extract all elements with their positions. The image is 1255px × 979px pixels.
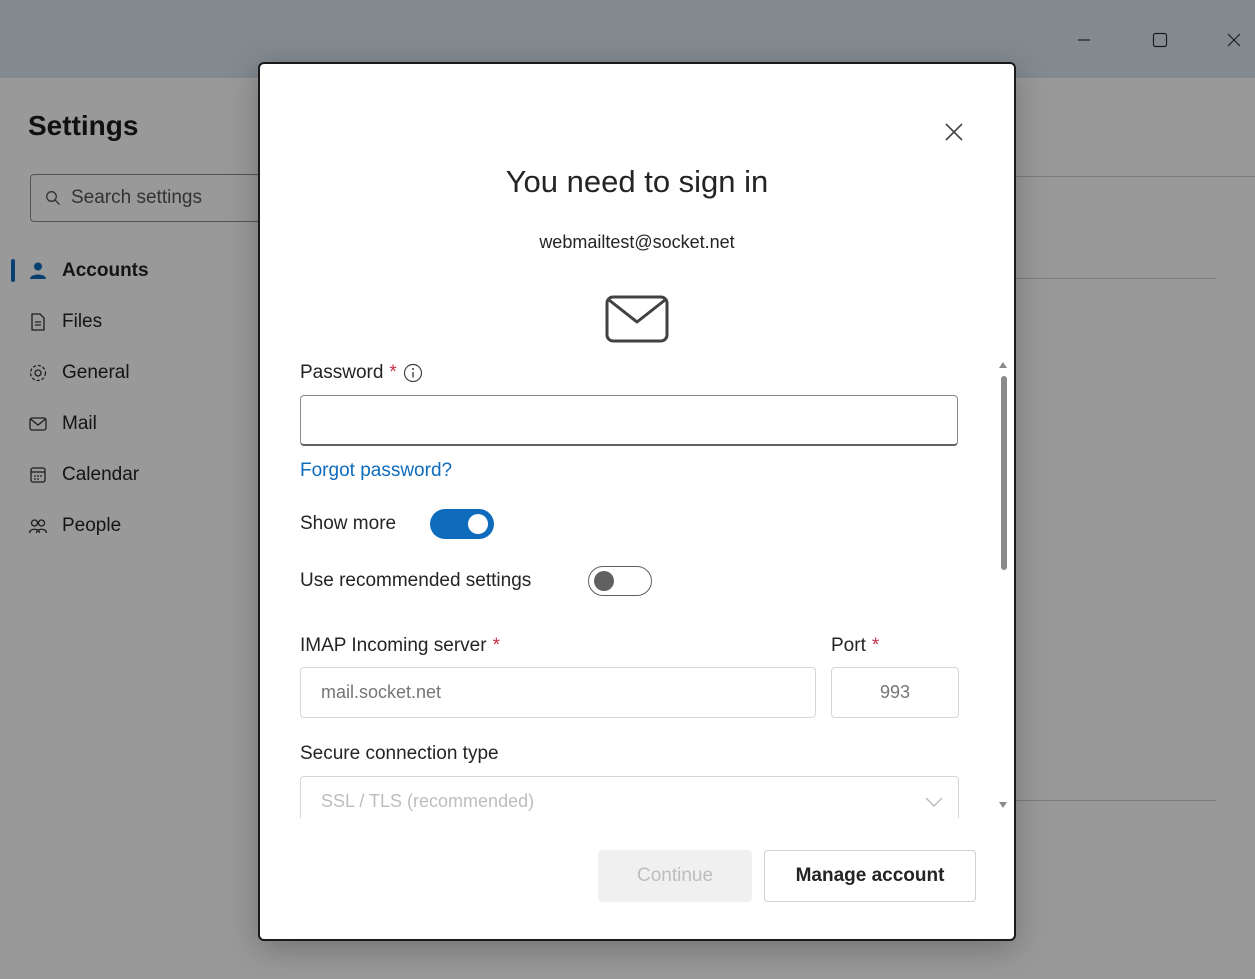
dialog-close-button[interactable] [936,114,972,150]
secure-connection-select[interactable]: SSL / TLS (recommended) [300,776,959,818]
recommended-settings-toggle[interactable] [588,566,652,596]
scroll-up-arrow[interactable] [998,360,1008,370]
port-label-text: Port [831,635,866,656]
imap-server-input[interactable] [300,667,816,718]
secure-connection-value: SSL / TLS (recommended) [321,791,535,811]
show-more-toggle[interactable] [430,509,494,539]
mail-icon [605,295,669,343]
scrollbar-thumb[interactable] [1001,376,1007,570]
dialog-title: You need to sign in [505,164,769,199]
toggle-knob [594,571,614,591]
password-input[interactable] [300,395,958,446]
info-icon[interactable] [403,363,423,383]
scroll-down-arrow[interactable] [998,800,1008,810]
forgot-password-link[interactable]: Forgot password? [300,460,452,482]
toggle-knob [468,514,488,534]
continue-button[interactable]: Continue [598,850,752,902]
imap-label-text: IMAP Incoming server [300,635,487,656]
secure-connection-label: Secure connection type [300,743,499,764]
show-more-label: Show more [300,513,397,534]
required-mark: * [871,635,880,656]
chevron-down-icon [925,796,943,807]
password-label-text: Password [300,362,384,383]
recommended-settings-label: Use recommended settings [300,570,532,591]
dialog-scroll-region[interactable]: Password * Forgot password? Show more Us… [260,352,1014,818]
manage-account-button[interactable]: Manage account [764,850,976,902]
required-mark: * [389,362,397,383]
port-input[interactable] [831,667,959,718]
sign-in-dialog: You need to sign in webmailtest@socket.n… [258,62,1016,941]
account-email: webmailtest@socket.net [539,232,735,252]
password-label: Password * [300,362,423,384]
imap-label: IMAP Incoming server * [300,635,500,657]
port-label: Port * [831,635,879,657]
required-mark: * [492,635,500,656]
close-icon [945,123,963,141]
